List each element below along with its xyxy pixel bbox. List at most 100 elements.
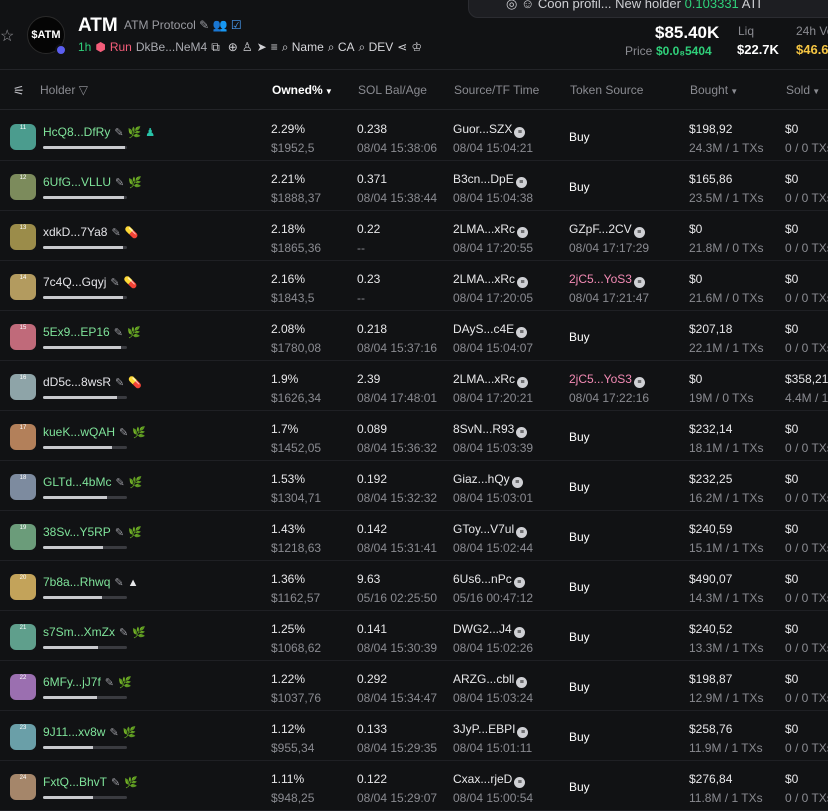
token-source[interactable]: 2jC5...YoS3 ≡ (569, 372, 645, 388)
holder-address-text[interactable]: 5Ex9...EP16 (43, 325, 110, 339)
table-row[interactable]: 13 xdkD...7Ya8 ✎ 💊 2.18% $1865,36 0.22 -- 08/04 … (0, 211, 828, 261)
holder-address-text[interactable]: FxtQ...BhvT (43, 775, 107, 789)
source-address-text[interactable]: Cxax...rjeD (453, 772, 512, 786)
holder-address[interactable]: dD5c...8wsR ✎ 💊 (43, 375, 142, 389)
table-row[interactable]: 23 9J11...xv8w ✎ 🌿 1.12% $955,34 0.133 08/04 15… (0, 711, 828, 761)
edit-icon[interactable]: ✎ (115, 477, 124, 489)
column-owned[interactable]: Owned% ▼ (272, 83, 333, 97)
holder-address[interactable]: kueK...wQAH ✎ 🌿 (43, 425, 146, 439)
source-address[interactable]: 2LMA...xRc ≡ (453, 272, 529, 288)
source-address-text[interactable]: Guor...SZX (453, 122, 512, 136)
holder-address[interactable]: HcQ8...DfRy ✎ 🌿 ♟ (43, 125, 155, 139)
token-source-address[interactable]: GZpF...2CV (569, 222, 632, 236)
source-address[interactable]: 3JyP...EBPI ≡ (453, 722, 529, 738)
edit-icon[interactable]: ✎ (105, 677, 114, 689)
source-address[interactable]: 6Us6...nPc ≡ (453, 572, 525, 588)
holder-address-text[interactable]: s7Sm...XmZx (43, 625, 115, 639)
source-address-text[interactable]: GToy...V7ul (453, 522, 514, 536)
table-row[interactable]: 24 FxtQ...BhvT ✎ 🌿 1.11% $948,25 0.122 08/04 15… (0, 761, 828, 811)
edit-icon[interactable]: ✎ (111, 777, 120, 789)
table-row[interactable]: 15 5Ex9...EP16 ✎ 🌿 2.08% $1780,08 0.218 08/04 1… (0, 311, 828, 361)
holder-address-text[interactable]: 7c4Q...Gqyj (43, 275, 106, 289)
table-row[interactable]: 22 6MFy...jJ7f ✎ 🌿 1.22% $1037,76 0.292 08/04 1… (0, 661, 828, 711)
search-name-link[interactable]: ⌕ Name (282, 40, 324, 55)
source-address-text[interactable]: B3cn...DpE (453, 172, 514, 186)
source-address-text[interactable]: 3JyP...EBPI (453, 722, 515, 736)
table-row[interactable]: 19 38Sv...Y5RP ✎ 🌿 1.43% $1218,63 0.142 08/04 1… (0, 511, 828, 561)
column-token-source[interactable]: Token Source (570, 83, 643, 97)
holder-address[interactable]: 6UfG...VLLU ✎ 🌿 (43, 175, 142, 189)
source-address[interactable]: 2LMA...xRc ≡ (453, 372, 529, 388)
source-address-text[interactable]: 2LMA...xRc (453, 272, 515, 286)
user-icon[interactable]: ♙ (242, 40, 253, 54)
table-row[interactable]: 21 s7Sm...XmZx ✎ 🌿 1.25% $1068,62 0.141 08/04 1… (0, 611, 828, 661)
source-address-text[interactable]: Giaz...hQy (453, 472, 510, 486)
globe-icon[interactable]: ⊕ (228, 40, 238, 54)
holder-address[interactable]: 9J11...xv8w ✎ 🌿 (43, 725, 136, 739)
source-address[interactable]: Guor...SZX ≡ (453, 122, 526, 138)
sort-icon[interactable]: ▼ (728, 87, 738, 96)
source-address-text[interactable]: DWG2...J4 (453, 622, 512, 636)
search-dev-link[interactable]: ⌕ DEV (359, 40, 394, 55)
edit-icon[interactable]: ✎ (114, 127, 123, 139)
edit-icon[interactable]: ✎ (199, 18, 209, 32)
table-row[interactable]: 14 7c4Q...Gqyj ✎ 💊 2.16% $1843,5 0.23 -- 08/04 1… (0, 261, 828, 311)
source-address-text[interactable]: ARZG...cbll (453, 672, 514, 686)
source-address[interactable]: B3cn...DpE ≡ (453, 172, 527, 188)
edit-icon[interactable]: ✎ (115, 527, 124, 539)
holder-address-text[interactable]: 9J11...xv8w (43, 725, 105, 739)
holder-address-text[interactable]: 6UfG...VLLU (43, 175, 111, 189)
column-sol-balance[interactable]: SOL Bal/Age (358, 83, 427, 97)
holder-address[interactable]: 5Ex9...EP16 ✎ 🌿 (43, 325, 141, 339)
search-ca-link[interactable]: ⌕ CA (328, 40, 355, 55)
source-address-text[interactable]: DAyS...c4E (453, 322, 514, 336)
crown-icon[interactable]: ♔ (411, 40, 422, 54)
source-address[interactable]: DAyS...c4E ≡ (453, 322, 528, 338)
community-icon[interactable]: 👥 (213, 18, 228, 32)
token-source[interactable]: 2jC5...YoS3 ≡ (569, 272, 645, 288)
holder-address[interactable]: GLTd...4bMc ✎ 🌿 (43, 475, 142, 489)
column-holder[interactable]: Holder ▽ (40, 83, 88, 97)
source-address[interactable]: Cxax...rjeD ≡ (453, 772, 526, 788)
table-row[interactable]: 18 GLTd...4bMc ✎ 🌿 1.53% $1304,71 0.192 08/04 1… (0, 461, 828, 511)
source-address-text[interactable]: 6Us6...nPc (453, 572, 512, 586)
source-address-text[interactable]: 2LMA...xRc (453, 372, 515, 386)
holder-address-text[interactable]: HcQ8...DfRy (43, 125, 110, 139)
holder-address[interactable]: 7b8a...Rhwq ✎ ▲ (43, 575, 139, 589)
table-row[interactable]: 12 6UfG...VLLU ✎ 🌿 2.21% $1888,37 0.371 08/04 1… (0, 161, 828, 211)
holder-address-text[interactable]: dD5c...8wsR (43, 375, 111, 389)
token-source-address[interactable]: 2jC5...YoS3 (569, 272, 632, 286)
table-row[interactable]: 20 7b8a...Rhwq ✎ ▲ 1.36% $1162,57 9.63 05/16 02… (0, 561, 828, 611)
holder-address[interactable]: 6MFy...jJ7f ✎ 🌿 (43, 675, 132, 689)
edit-icon[interactable]: ✎ (109, 727, 118, 739)
holder-address-text[interactable]: GLTd...4bMc (43, 475, 111, 489)
source-address-text[interactable]: 8SvN...R93 (453, 422, 514, 436)
table-row[interactable]: 11 HcQ8...DfRy ✎ 🌿 ♟ 2.29% $1952,5 0.238 08/04 1… (0, 111, 828, 161)
menu-icon[interactable]: ≡ (271, 40, 278, 54)
sort-icon[interactable]: ▼ (810, 87, 820, 96)
token-address[interactable]: DkBe...NeM4 (136, 40, 207, 54)
holder-address[interactable]: 38Sv...Y5RP ✎ 🌿 (43, 525, 142, 539)
source-address[interactable]: 2LMA...xRc ≡ (453, 222, 529, 238)
token-source-address[interactable]: 2jC5...YoS3 (569, 372, 632, 386)
source-address[interactable]: GToy...V7ul ≡ (453, 522, 528, 538)
holder-address-text[interactable]: xdkD...7Ya8 (43, 225, 107, 239)
filter-settings-icon[interactable]: ⚟ (13, 83, 25, 99)
edit-icon[interactable]: ✎ (114, 577, 123, 589)
holder-address-text[interactable]: 38Sv...Y5RP (43, 525, 111, 539)
holder-address-text[interactable]: kueK...wQAH (43, 425, 115, 439)
edit-icon[interactable]: ✎ (119, 427, 128, 439)
edit-icon[interactable]: ✎ (114, 327, 123, 339)
holder-address-text[interactable]: 7b8a...Rhwq (43, 575, 110, 589)
column-sold[interactable]: Sold ▼ (786, 83, 820, 97)
source-address[interactable]: DWG2...J4 ≡ (453, 622, 525, 638)
holder-address[interactable]: 7c4Q...Gqyj ✎ 💊 (43, 275, 137, 289)
source-address[interactable]: Giaz...hQy ≡ (453, 472, 523, 488)
edit-icon[interactable]: ✎ (111, 227, 120, 239)
table-row[interactable]: 16 dD5c...8wsR ✎ 💊 1.9% $1626,34 2.39 08/04 17:… (0, 361, 828, 411)
holder-address-text[interactable]: 6MFy...jJ7f (43, 675, 101, 689)
column-bought[interactable]: Bought ▼ (690, 83, 738, 97)
edit-icon[interactable]: ✎ (115, 377, 124, 389)
favorite-star-icon[interactable]: ☆ (0, 26, 14, 46)
edit-icon[interactable]: ✎ (110, 277, 119, 289)
